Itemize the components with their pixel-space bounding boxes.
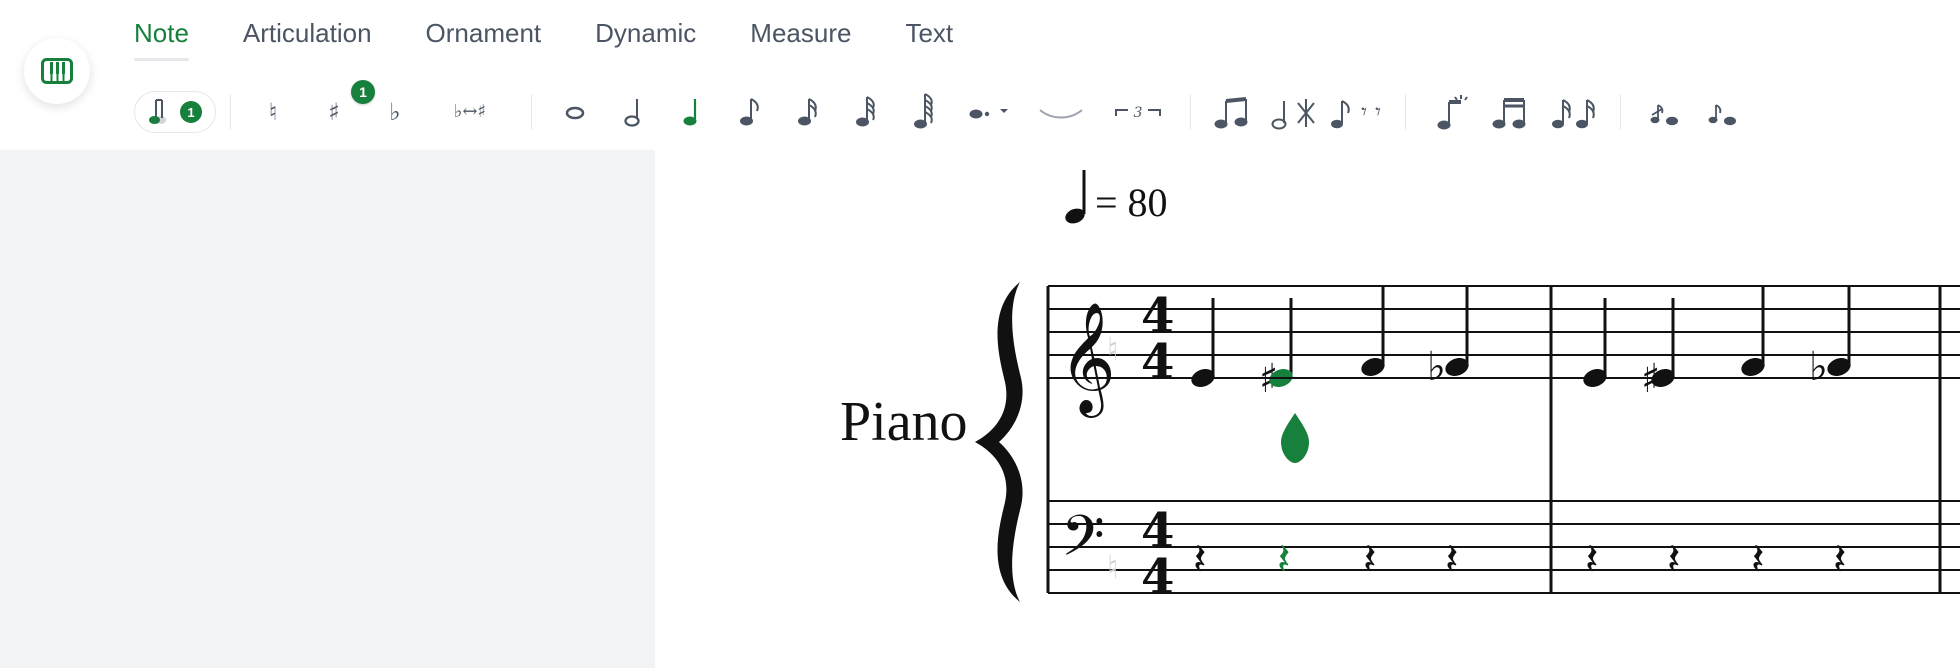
key-natural-treble-icon: ♮ — [1107, 330, 1118, 368]
grace-note-after-button[interactable] — [1693, 90, 1751, 134]
bass-rest-1: 𝄽 — [1193, 534, 1206, 585]
tab-bar: Note Articulation Ornament Dynamic Measu… — [134, 18, 953, 67]
tie-icon — [1039, 109, 1083, 119]
triplet-icon: 3 — [1115, 105, 1161, 121]
sixteenth-group-icon — [1552, 99, 1595, 129]
grace-note-button[interactable] — [1635, 90, 1693, 134]
toolbar-separator — [1190, 94, 1191, 130]
bass-rest-8: 𝄽 — [1833, 534, 1846, 585]
edit-cursor-icon[interactable] — [1281, 413, 1309, 463]
whole-note-icon — [565, 106, 585, 120]
sixteenth-note-icon — [798, 98, 817, 126]
tab-measure[interactable]: Measure — [750, 18, 851, 67]
bass-staff — [1048, 500, 1960, 594]
quarter-note-button[interactable] — [662, 90, 720, 134]
bass-rest-6: 𝄽 — [1667, 534, 1680, 585]
natural-icon: ♮ — [268, 98, 278, 126]
sharp-button[interactable]: ♯ 1 — [301, 80, 375, 134]
dot-button[interactable] — [952, 90, 1022, 134]
break-beam-button[interactable] — [1265, 90, 1325, 134]
note-4-flat-icon: ♭ — [1427, 344, 1446, 390]
bass-rest-3: 𝄽 — [1363, 534, 1376, 585]
bass-rests: 𝄽 𝄽 𝄽 𝄽 𝄽 𝄽 𝄽 𝄽 — [1193, 534, 1846, 585]
bass-rest-5: 𝄽 — [1585, 534, 1598, 585]
rest-group-button[interactable]: 𝄾 𝄾 — [1325, 90, 1391, 134]
score-svg: = 80 Piano 𝄞 𝄢 ♮ ♮ 4 4 4 4 ♯ ♭ ♯ ♭ 𝄽 𝄽 𝄽… — [840, 170, 1960, 605]
piano-keyboard-button[interactable] — [24, 38, 90, 104]
natural-button[interactable]: ♮ — [245, 90, 301, 134]
bass-clef-icon: 𝄢 — [1061, 504, 1105, 583]
half-note-icon — [624, 99, 640, 127]
left-panel — [0, 150, 656, 668]
double-beam-icon — [1492, 98, 1526, 129]
tab-dynamic[interactable]: Dynamic — [595, 18, 696, 67]
tie-button[interactable] — [1022, 90, 1100, 134]
rest-icon: 𝄾 𝄾 — [1331, 100, 1381, 129]
sixteenth-note-button[interactable] — [778, 90, 836, 134]
quarter-note-icon — [683, 99, 697, 126]
grace-note-icon — [1650, 104, 1678, 126]
eighth-note-button[interactable] — [720, 90, 778, 134]
toolbar-separator — [531, 94, 532, 130]
double-beam-button[interactable] — [1482, 90, 1544, 134]
bass-time-bottom: 4 — [1141, 549, 1174, 605]
beam-button[interactable] — [1205, 90, 1265, 134]
piano-keyboard-icon — [41, 58, 73, 84]
note-pair-icon — [149, 99, 166, 124]
eighth-note-icon — [740, 98, 759, 126]
sixteenth-group-button[interactable] — [1544, 90, 1606, 134]
score-canvas[interactable]: = 80 Piano 𝄞 𝄢 ♮ ♮ 4 4 4 4 ♯ ♭ ♯ ♭ 𝄽 𝄽 𝄽… — [655, 150, 1960, 668]
flat-button[interactable]: ♭ — [367, 90, 423, 134]
sixtyfourth-note-icon — [914, 93, 933, 129]
toolbar-separator — [1405, 94, 1406, 130]
note-toolbar: 1 ♮ ♯ 1 ♭ ♭↔♯ 3 𝄾 𝄾 — [134, 80, 1751, 134]
half-note-button[interactable] — [604, 90, 662, 134]
system-brace — [975, 282, 1023, 602]
m2-note-4-flat-icon: ♭ — [1809, 344, 1828, 390]
instrument-label: Piano — [840, 391, 968, 453]
whole-note-button[interactable] — [546, 90, 604, 134]
top-toolbar: Note Articulation Ornament Dynamic Measu… — [0, 0, 1960, 151]
toolbar-separator — [1620, 94, 1621, 130]
bass-rest-7: 𝄽 — [1751, 534, 1764, 585]
svg-text:𝄾: 𝄾 — [1375, 100, 1381, 125]
selection-count: 1 — [180, 101, 202, 123]
thirtysecond-note-button[interactable] — [836, 90, 894, 134]
tab-note[interactable]: Note — [134, 18, 189, 67]
grace-note-after-icon — [1708, 104, 1736, 126]
toolbar-separator — [230, 94, 231, 130]
tuplet-button[interactable]: 3 — [1100, 90, 1176, 134]
flip-stem-icon — [1437, 95, 1468, 130]
svg-text:𝄾: 𝄾 — [1361, 100, 1367, 125]
tab-articulation[interactable]: Articulation — [243, 18, 372, 67]
sixtyfourth-note-button[interactable] — [894, 90, 952, 134]
tab-ornament[interactable]: Ornament — [426, 18, 542, 67]
tempo-mark: = 80 — [1065, 170, 1168, 225]
music-editor: Note Articulation Ornament Dynamic Measu… — [0, 0, 1960, 668]
break-beam-icon — [1271, 99, 1315, 130]
flat-sharp-swap-icon: ♭↔♯ — [453, 101, 487, 122]
key-natural-bass-icon: ♮ — [1107, 548, 1118, 586]
selection-pill-inner: 1 — [134, 91, 216, 133]
bass-rest-4: 𝄽 — [1445, 534, 1458, 585]
thirtysecond-note-icon — [856, 96, 875, 127]
flat-icon: ♭ — [389, 98, 401, 126]
bass-rest-2-selected[interactable]: 𝄽 — [1277, 534, 1290, 585]
measure-1-treble: ♯ ♭ — [1186, 286, 1469, 463]
beam-icon — [1214, 97, 1248, 129]
tempo-text: = 80 — [1095, 180, 1168, 225]
enharmonic-button[interactable]: ♭↔♯ — [423, 90, 517, 134]
dotted-note-icon — [969, 109, 1008, 119]
tab-text[interactable]: Text — [905, 18, 953, 67]
treble-time-bottom: 4 — [1141, 334, 1174, 390]
measure-2-treble: ♯ ♭ — [1578, 286, 1851, 402]
sharp-icon: ♯ — [328, 98, 340, 126]
svg-text:3: 3 — [1134, 105, 1143, 121]
flip-button[interactable] — [1420, 90, 1482, 134]
selection-pill[interactable]: 1 — [134, 90, 216, 134]
